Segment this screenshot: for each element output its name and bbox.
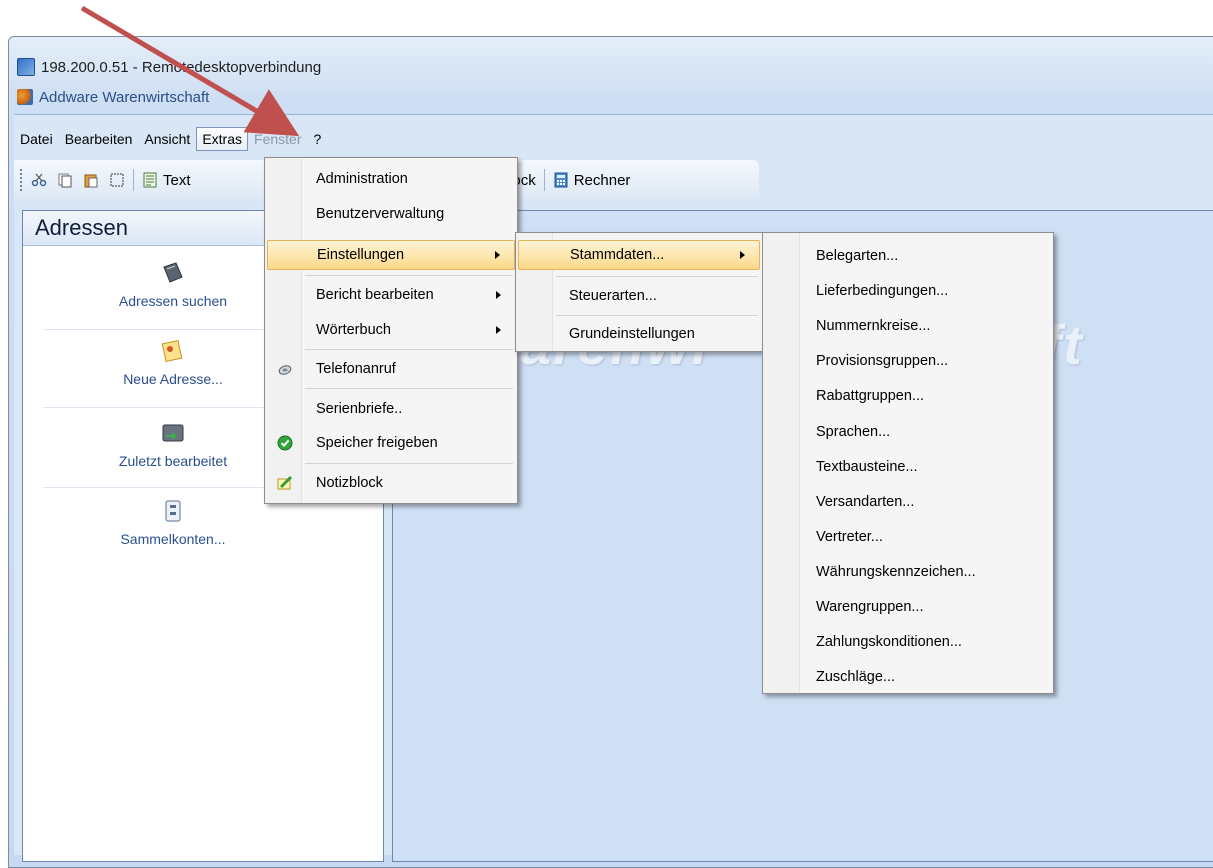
- red-arrow-icon: [80, 5, 300, 137]
- annotation-arrow: [80, 5, 300, 137]
